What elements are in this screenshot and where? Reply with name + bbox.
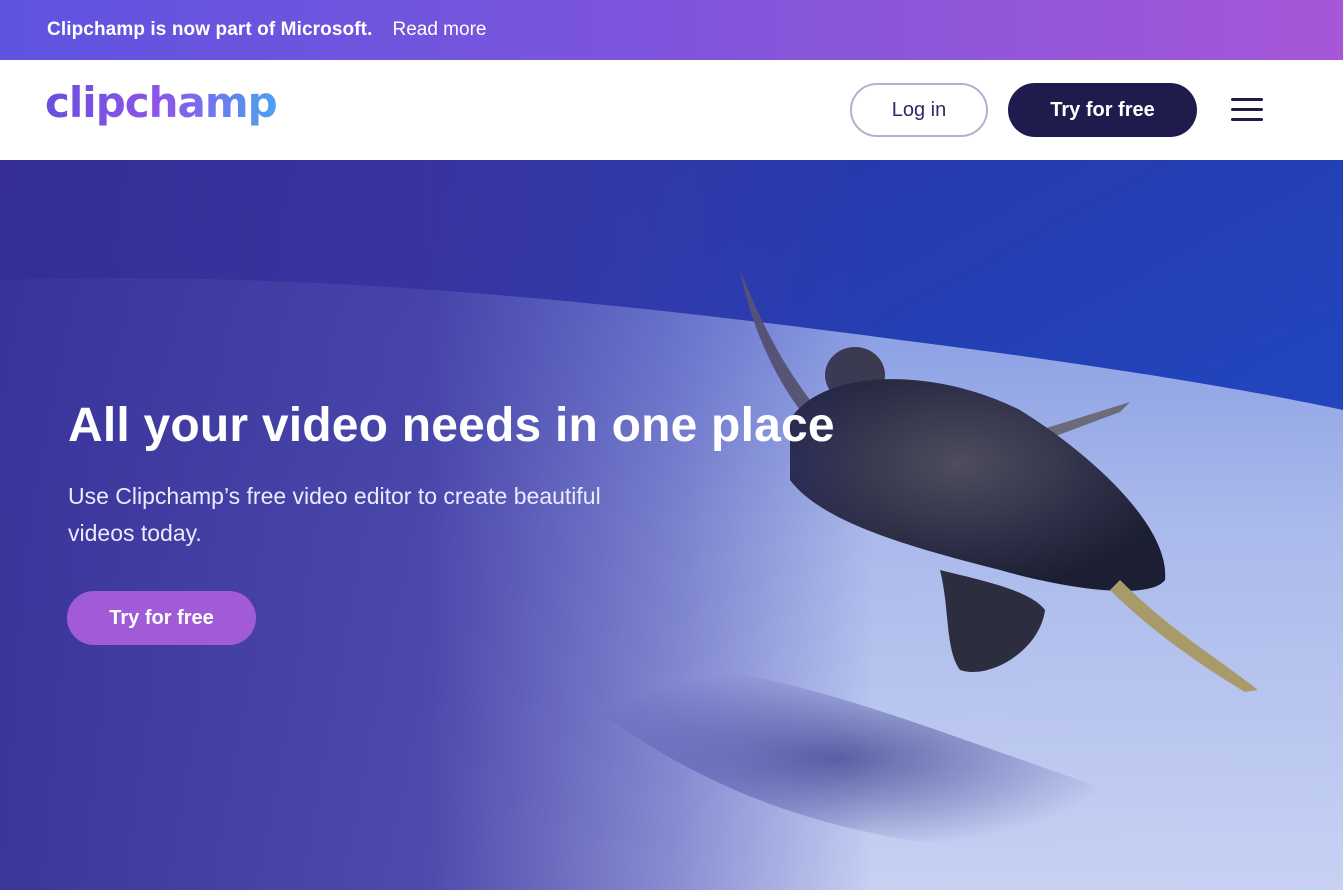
hamburger-menu-icon[interactable] bbox=[1229, 96, 1265, 124]
hero-subtitle: Use Clipchamp’s free video editor to cre… bbox=[68, 483, 601, 546]
clipchamp-logo[interactable]: clipchamp bbox=[45, 78, 278, 127]
try-for-free-header-button[interactable]: Try for free bbox=[1008, 83, 1197, 137]
hero-section: All your video needs in one place Use Cl… bbox=[0, 160, 1343, 890]
menu-line bbox=[1231, 108, 1263, 111]
menu-line bbox=[1231, 118, 1263, 121]
announcement-banner: Clipchamp is now part of Microsoft. Read… bbox=[0, 0, 1343, 60]
site-header: clipchamp Log in Try for free bbox=[0, 60, 1343, 160]
read-more-link[interactable]: Read more bbox=[392, 19, 486, 41]
login-button[interactable]: Log in bbox=[850, 83, 988, 137]
try-for-free-hero-button[interactable]: Try for free bbox=[67, 591, 256, 645]
banner-text: Clipchamp is now part of Microsoft. bbox=[47, 19, 373, 40]
hero-title: All your video needs in one place bbox=[68, 399, 835, 452]
menu-line bbox=[1231, 98, 1263, 101]
